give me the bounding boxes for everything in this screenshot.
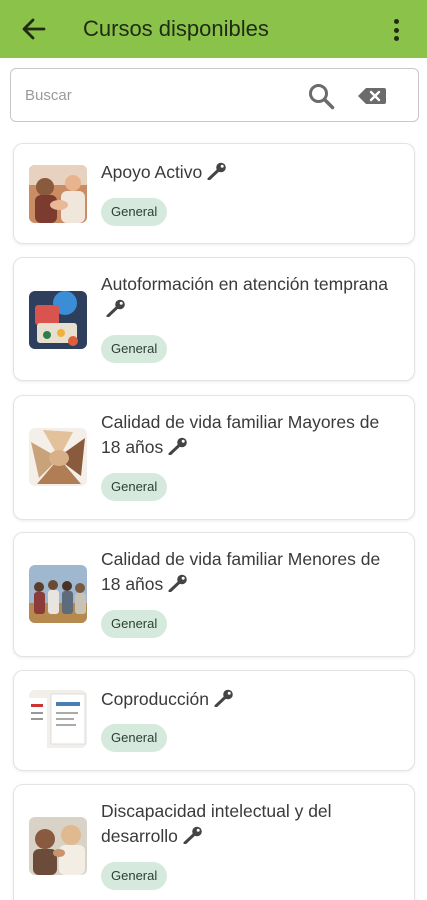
search-input[interactable] bbox=[25, 81, 295, 109]
course-thumbnail bbox=[29, 690, 87, 748]
key-icon bbox=[183, 826, 202, 844]
key-icon bbox=[214, 689, 233, 707]
course-card[interactable]: Apoyo Activo General bbox=[13, 143, 415, 244]
app-bar: Cursos disponibles bbox=[0, 0, 427, 58]
category-badge: General bbox=[101, 198, 168, 226]
category-badge: General bbox=[101, 862, 168, 890]
category-badge: General bbox=[101, 610, 168, 638]
search-bar bbox=[10, 68, 419, 122]
key-icon bbox=[207, 162, 226, 180]
course-card[interactable]: Autoformación en atención temprana Gener… bbox=[13, 257, 415, 381]
arrow-back-icon[interactable] bbox=[20, 15, 48, 43]
course-card[interactable]: Calidad de vida familiar Mayores de 18 a… bbox=[13, 395, 415, 520]
category-badge: General bbox=[101, 724, 168, 752]
backspace-icon[interactable] bbox=[357, 85, 387, 107]
course-thumbnail bbox=[29, 165, 87, 223]
key-icon bbox=[106, 299, 125, 317]
search-icon[interactable] bbox=[307, 82, 335, 110]
course-title: Coproducción bbox=[101, 687, 391, 712]
course-card[interactable]: Calidad de vida familiar Menores de 18 a… bbox=[13, 532, 415, 657]
category-badge: General bbox=[101, 335, 168, 363]
course-thumbnail bbox=[29, 291, 87, 349]
course-card[interactable]: Discapacidad intelectual y del desarroll… bbox=[13, 784, 415, 900]
course-title: Calidad de vida familiar Menores de 18 a… bbox=[101, 549, 381, 594]
key-icon bbox=[168, 574, 188, 592]
course-thumbnail bbox=[29, 428, 87, 486]
category-badge: General bbox=[101, 473, 168, 501]
page-title: Cursos disponibles bbox=[83, 16, 269, 41]
course-title: Apoyo Activo bbox=[101, 160, 391, 185]
course-title: Calidad de vida familiar Mayores de 18 a… bbox=[101, 412, 380, 457]
more-vert-icon[interactable] bbox=[386, 17, 406, 43]
course-thumbnail bbox=[29, 565, 87, 623]
course-thumbnail bbox=[29, 817, 87, 875]
course-card[interactable]: Coproducción General bbox=[13, 670, 415, 771]
course-title: Discapacidad intelectual y del desarroll… bbox=[101, 801, 332, 846]
course-title: Autoformación en atención temprana bbox=[101, 272, 391, 322]
key-icon bbox=[168, 437, 188, 455]
